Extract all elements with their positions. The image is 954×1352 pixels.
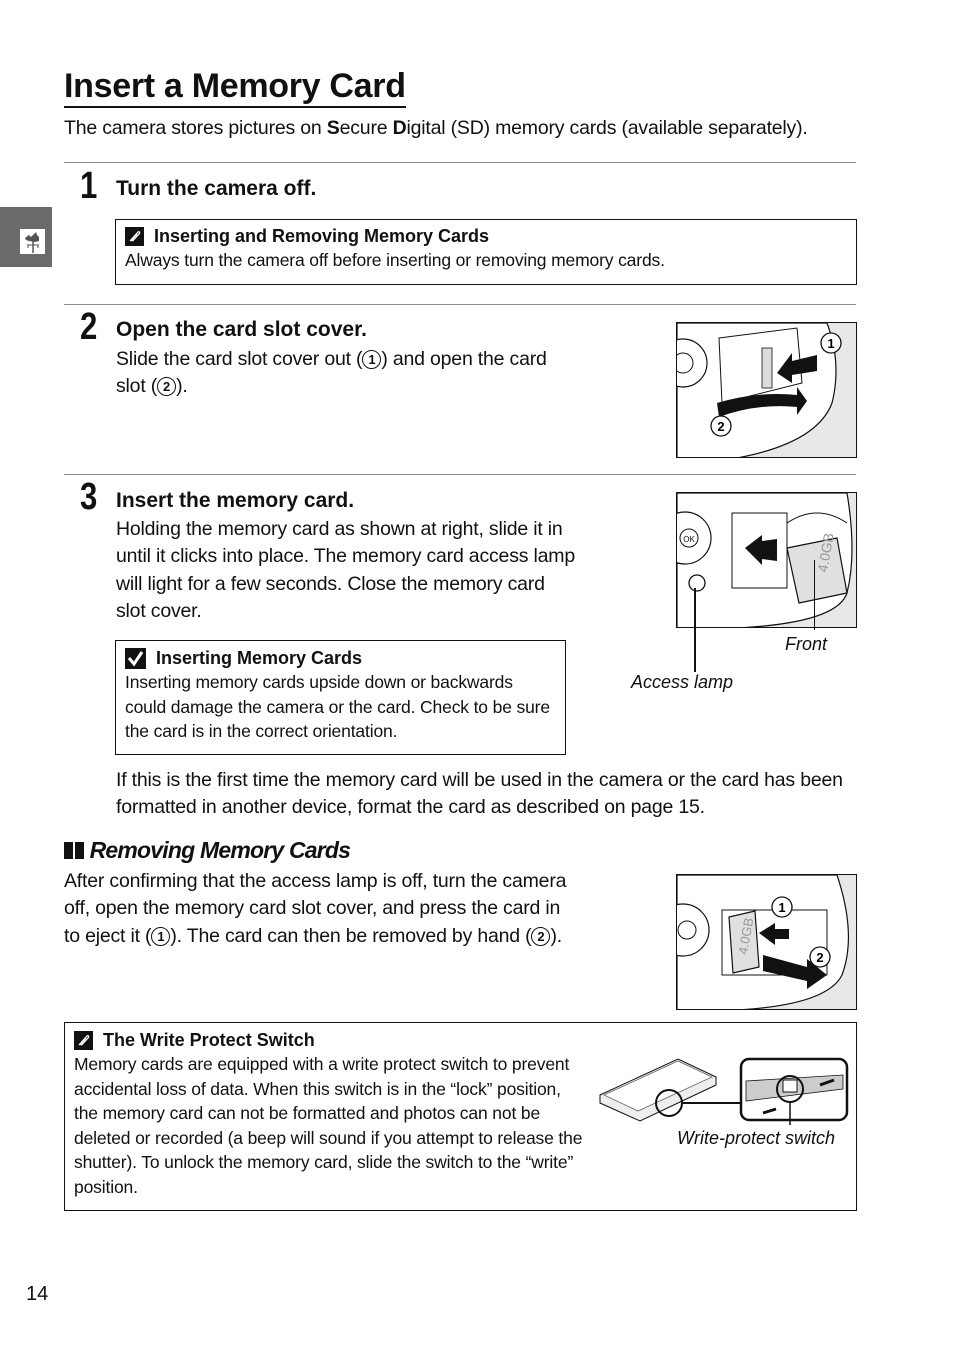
step-number: 1 xyxy=(80,165,98,207)
callout-marker: 1 xyxy=(151,926,171,946)
callout-marker: 2 xyxy=(531,926,551,946)
step-title: Turn the camera off. xyxy=(116,177,317,200)
note-body: Memory cards are equipped with a write p… xyxy=(74,1054,583,1197)
note-body: Always turn the camera off before insert… xyxy=(125,250,665,270)
note-title: The Write Protect Switch xyxy=(74,1028,847,1052)
checkmark-caution-icon xyxy=(125,647,146,669)
step-title: Open the card slot cover. xyxy=(116,318,367,341)
step-number: 2 xyxy=(80,306,98,348)
front-leader-line xyxy=(814,560,815,630)
divider xyxy=(64,474,856,475)
callout-1: 1 xyxy=(778,900,785,915)
camera-card-slot-illustration: OK 4.0GB xyxy=(677,493,853,627)
followup-text: If this is the first time the memory car… xyxy=(116,769,843,819)
callout-2: 2 xyxy=(717,419,724,434)
pencil-note-icon xyxy=(74,1030,93,1050)
callout-marker: 2 xyxy=(157,377,177,397)
sd-card-illustration xyxy=(599,1057,849,1127)
divider xyxy=(64,304,856,305)
step-body: Slide the card slot cover out (1) and op… xyxy=(116,348,547,398)
intro-text: The camera stores pictures on Secure Dig… xyxy=(64,117,808,139)
figure-insert-card: OK 4.0GB xyxy=(676,492,857,628)
weathervane-icon xyxy=(20,229,45,254)
subsection-heading: Removing Memory Cards xyxy=(64,836,351,865)
access-lamp-label: Access lamp xyxy=(631,672,734,692)
callout-marker: 1 xyxy=(362,350,382,369)
svg-text:OK: OK xyxy=(683,535,695,544)
caution-body: Inserting memory cards upside down or ba… xyxy=(125,672,550,742)
step-title: Insert the memory card. xyxy=(116,489,355,512)
camera-side-illustration: 2 1 xyxy=(677,323,842,457)
camera-eject-illustration: 4.0GB 1 2 xyxy=(677,875,850,1009)
callout-2: 2 xyxy=(816,950,823,965)
step-body: Holding the memory card as shown at righ… xyxy=(116,518,575,622)
access-lamp-leader-line xyxy=(694,588,696,672)
divider xyxy=(64,162,856,163)
note-box: Inserting and Removing Memory Cards Alwa… xyxy=(115,219,857,285)
figure-remove-card: 4.0GB 1 2 xyxy=(676,874,857,1010)
double-block-icon xyxy=(64,837,84,865)
caution-box: Inserting Memory Cards Inserting memory … xyxy=(115,640,566,755)
section-tab[interactable] xyxy=(0,207,52,267)
note-title: Inserting and Removing Memory Cards xyxy=(125,224,847,248)
write-protect-figure xyxy=(598,1055,850,1127)
front-label: Front xyxy=(785,634,828,654)
write-protect-switch-label: Write-protect switch xyxy=(677,1128,836,1148)
step-number: 3 xyxy=(80,476,98,518)
page-title: Insert a Memory Card xyxy=(64,66,406,108)
caution-title: Inserting Memory Cards xyxy=(125,646,556,670)
figure-open-card-slot: 2 1 xyxy=(676,322,857,458)
removing-body: After confirming that the access lamp is… xyxy=(64,870,567,947)
page-number: 14 xyxy=(26,1283,49,1305)
callout-1: 1 xyxy=(827,336,834,351)
pencil-note-icon xyxy=(125,226,144,246)
